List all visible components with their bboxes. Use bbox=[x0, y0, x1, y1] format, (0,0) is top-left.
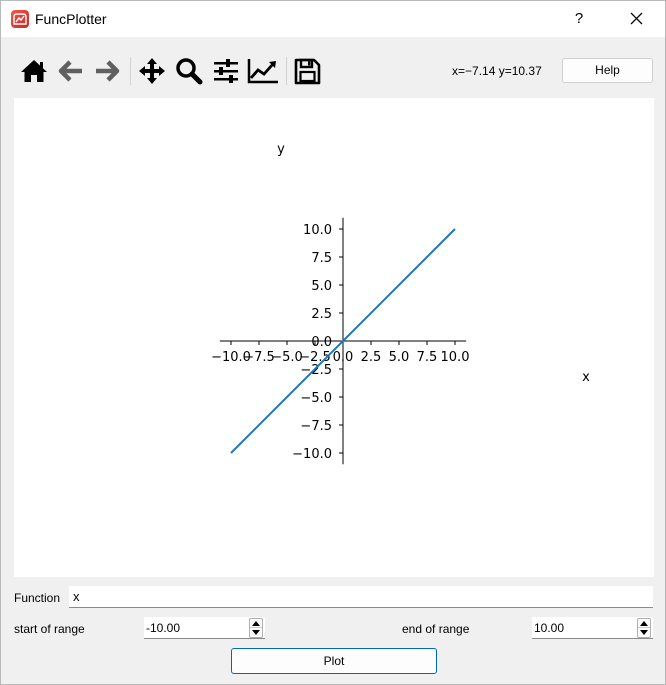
y-tick-label: −10.0 bbox=[292, 447, 332, 462]
chevron-down-icon bbox=[252, 630, 260, 635]
y-tick-label: −2.5 bbox=[300, 363, 332, 378]
function-label: Function bbox=[14, 591, 61, 605]
function-input[interactable] bbox=[69, 586, 653, 608]
toolbar-separator bbox=[130, 57, 131, 85]
edit-axis-button[interactable] bbox=[247, 55, 279, 87]
start-spin-buttons[interactable] bbox=[249, 618, 263, 638]
navigation-toolbar: x=−7.14 y=10.37 Help bbox=[1, 51, 665, 91]
x-tick-label: 7.5 bbox=[417, 350, 438, 365]
x-tick-label: 0.0 bbox=[333, 350, 354, 365]
y-tick-label: 5.0 bbox=[311, 279, 332, 294]
edit-axis-icon bbox=[247, 59, 278, 84]
funcplotter-window: FuncPlotter ? x=−7.14 y=10.37 Help −10.0… bbox=[0, 0, 666, 685]
y-tick-label: 7.5 bbox=[311, 251, 332, 266]
save-icon bbox=[294, 58, 321, 85]
x-tick-label: 10.0 bbox=[441, 350, 470, 365]
end-of-range-input[interactable] bbox=[532, 617, 634, 638]
configure-subplots-button[interactable] bbox=[210, 55, 242, 87]
y-tick-label: 0.0 bbox=[311, 335, 332, 350]
window-title: FuncPlotter bbox=[35, 11, 107, 27]
start-of-range-spinbox[interactable] bbox=[144, 617, 265, 639]
back-button[interactable] bbox=[55, 55, 87, 87]
title-bar: FuncPlotter ? bbox=[1, 1, 665, 37]
pan-button[interactable] bbox=[136, 55, 168, 87]
app-icon bbox=[11, 10, 29, 28]
x-tick-label: −7.5 bbox=[243, 350, 275, 365]
y-tick-label: 2.5 bbox=[311, 307, 332, 322]
spin-down-button[interactable] bbox=[250, 628, 262, 637]
forward-button[interactable] bbox=[91, 55, 123, 87]
chevron-up-icon bbox=[640, 620, 648, 626]
y-tick-label: 10.0 bbox=[303, 223, 332, 238]
start-of-range-input[interactable] bbox=[144, 617, 246, 638]
end-spin-buttons[interactable] bbox=[637, 618, 651, 638]
plot-canvas[interactable]: −10.0 −7.5 −5.0 −2.5 0.0 2.5 5.0 7.5 10.0 −10.0 −7… bbox=[14, 98, 654, 577]
close-icon bbox=[630, 12, 643, 25]
context-help-button[interactable]: ? bbox=[567, 7, 591, 31]
function-chart[interactable]: −10.0−7.5−5.0−2.5 0.0 2.5 5.0 7.5 10.0−10.0−7… bbox=[14, 98, 654, 577]
toolbar-separator bbox=[286, 57, 287, 85]
chevron-up-icon bbox=[252, 620, 260, 626]
chevron-down-icon bbox=[640, 630, 648, 635]
spin-down-button[interactable] bbox=[638, 628, 650, 637]
back-arrow-icon bbox=[58, 60, 82, 82]
x-axis-label: x bbox=[582, 370, 590, 385]
start-of-range-label: start of range bbox=[14, 622, 85, 636]
x-tick-label: −5.0 bbox=[271, 350, 303, 365]
y-axis-label: y bbox=[277, 142, 285, 157]
save-button[interactable] bbox=[291, 55, 323, 87]
y-tick-label: −5.0 bbox=[300, 391, 332, 406]
cursor-coordinates: x=−7.14 y=10.37 bbox=[452, 64, 542, 78]
end-of-range-spinbox[interactable] bbox=[532, 617, 653, 639]
end-of-range-label: end of range bbox=[402, 622, 470, 636]
home-icon bbox=[21, 60, 47, 82]
zoom-icon bbox=[176, 58, 203, 85]
plot-button[interactable]: Plot bbox=[231, 648, 437, 674]
x-tick-label: 5.0 bbox=[389, 350, 410, 365]
help-button[interactable]: Help bbox=[562, 58, 653, 83]
configure-subplots-icon bbox=[214, 59, 238, 83]
pan-icon bbox=[139, 58, 165, 84]
close-button[interactable] bbox=[623, 7, 649, 31]
home-button[interactable] bbox=[18, 55, 50, 87]
y-tick-label: −7.5 bbox=[300, 419, 332, 434]
forward-arrow-icon bbox=[96, 60, 120, 82]
x-tick-label: 2.5 bbox=[361, 350, 382, 365]
spin-up-button[interactable] bbox=[250, 619, 262, 628]
zoom-button[interactable] bbox=[173, 55, 205, 87]
spin-up-button[interactable] bbox=[638, 619, 650, 628]
